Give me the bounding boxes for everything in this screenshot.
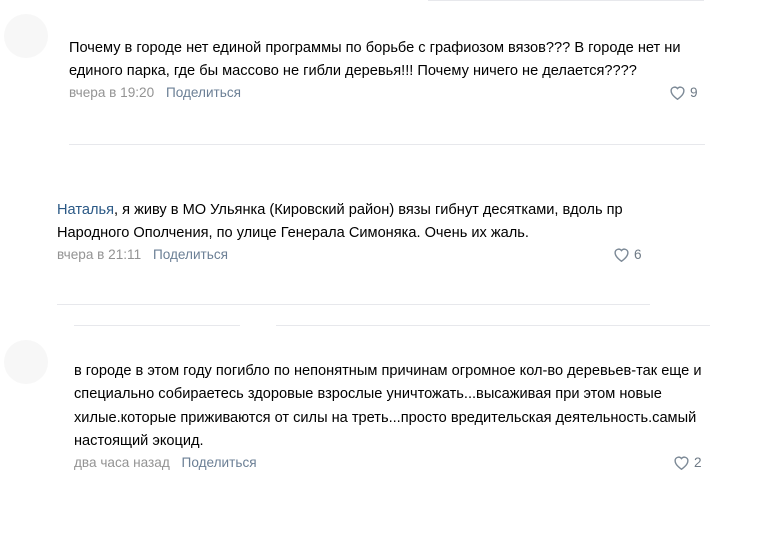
comment-meta: вчера в 19:20 Поделиться 9: [69, 85, 709, 107]
avatar-placeholder: [4, 340, 48, 384]
like-button[interactable]: 2: [673, 455, 702, 470]
comment-meta: вчера в 21:11 Поделиться 6: [57, 247, 657, 269]
avatar-placeholder: [4, 14, 48, 58]
reply-author-link[interactable]: Наталья: [57, 202, 114, 218]
heart-outline-icon: [670, 86, 685, 100]
share-link[interactable]: Поделиться: [153, 247, 228, 262]
heart-outline-icon: [674, 456, 689, 470]
comment-timestamp[interactable]: два часа назад: [74, 455, 170, 470]
like-count: 6: [634, 246, 642, 262]
heart-outline-icon: [614, 248, 629, 262]
share-link[interactable]: Поделиться: [182, 455, 257, 470]
share-link[interactable]: Поделиться: [166, 85, 241, 100]
like-count: 2: [694, 454, 702, 470]
comment-text: Наталья, я живу в МО Ульянка (Кировский …: [57, 202, 623, 242]
divider: [69, 144, 705, 145]
like-button[interactable]: 6: [613, 247, 642, 262]
comment-meta: два часа назад Поделиться 2: [74, 455, 714, 477]
divider: [57, 304, 650, 305]
divider: [276, 325, 710, 326]
divider: [74, 325, 240, 326]
like-count: 9: [690, 84, 698, 100]
comment: Наталья, я живу в МО Ульянка (Кировский …: [57, 199, 657, 269]
comment-text: в городе в этом году погибло по непонятн…: [74, 363, 702, 450]
comment-timestamp[interactable]: вчера в 21:11: [57, 247, 141, 262]
comment: Почему в городе нет единой программы по …: [69, 37, 709, 107]
like-button[interactable]: 9: [669, 85, 698, 100]
comment-timestamp[interactable]: вчера в 19:20: [69, 85, 154, 100]
comment: в городе в этом году погибло по непонятн…: [74, 360, 714, 477]
comment-text: Почему в городе нет единой программы по …: [69, 40, 681, 80]
divider: [428, 0, 704, 1]
